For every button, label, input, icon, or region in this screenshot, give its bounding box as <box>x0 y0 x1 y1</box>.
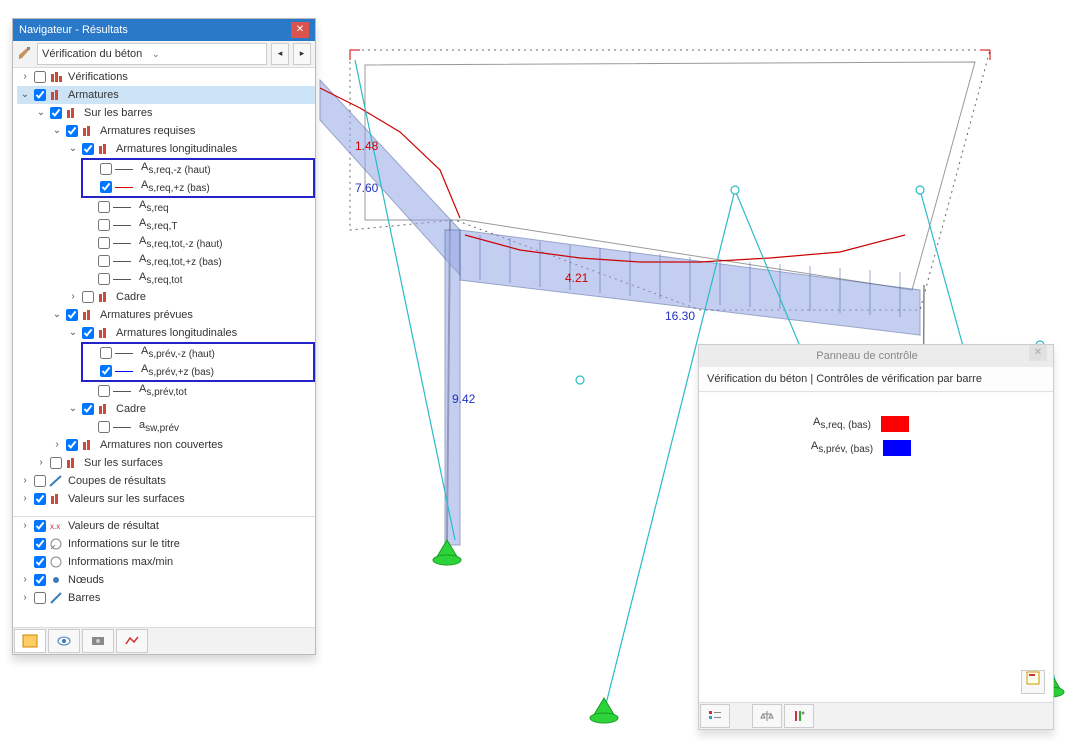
control-panel: Panneau de contrôle ✕ Vérification du bé… <box>698 344 1054 730</box>
tree-sur-les-surfaces[interactable]: ›Sur les surfaces <box>33 454 315 472</box>
navigator-tree-2[interactable]: ›x.xValeurs de résultat Informations sur… <box>13 516 315 627</box>
bars-icon <box>97 290 111 304</box>
legend-item-req[interactable]: As,req, (bas) <box>813 416 909 432</box>
value-9.42: 9.42 <box>452 392 476 406</box>
title-icon <box>49 537 63 551</box>
section-icon <box>49 474 63 488</box>
bars-icon <box>97 402 111 416</box>
tab-data[interactable] <box>14 629 46 653</box>
value-16.30: 16.30 <box>665 309 695 323</box>
chevron-down-icon: ⌄ <box>152 44 262 64</box>
bars-icon <box>81 124 95 138</box>
prev-button[interactable]: ◂ <box>271 43 289 65</box>
tree-verifications[interactable]: › Vérifications <box>17 68 315 86</box>
tree-armatures-requises[interactable]: ⌄ Armatures requises <box>49 122 315 140</box>
navigator-titlebar[interactable]: Navigateur - Résultats ✕ <box>13 19 315 41</box>
node-icon <box>49 573 63 587</box>
navigator-title: Navigateur - Résultats <box>19 19 291 41</box>
tree-a-req-t[interactable]: As,req,T <box>81 216 315 234</box>
control-panel-title: Panneau de contrôle <box>705 345 1029 367</box>
close-icon[interactable]: ✕ <box>291 22 309 38</box>
legend-item-prev[interactable]: As,prév, (bas) <box>811 440 911 456</box>
checkbox[interactable] <box>34 89 46 101</box>
tree-arm-longitudinales-prev[interactable]: ⌄ Armatures longitudinales <box>65 324 315 342</box>
close-icon[interactable]: ✕ <box>1029 345 1047 361</box>
tab-results[interactable] <box>116 629 148 653</box>
tree-arm-non-couvertes[interactable]: ›Armatures non couvertes <box>49 436 315 454</box>
value-7.60: 7.60 <box>355 181 379 195</box>
member-icon <box>49 591 63 605</box>
tree-barres[interactable]: ›Barres <box>17 589 315 607</box>
bars-icon <box>97 142 111 156</box>
bars-icon <box>49 492 63 506</box>
foot-balance-icon[interactable] <box>752 704 782 728</box>
brush-icon[interactable] <box>17 46 33 62</box>
bars-icon <box>81 308 95 322</box>
tree-a-req-tot-mz[interactable]: As,req,tot,-z (haut) <box>81 234 315 252</box>
value-4.21: 4.21 <box>565 271 589 285</box>
maxmin-icon <box>49 555 63 569</box>
dropdown-label: Vérification du béton <box>42 44 152 64</box>
tree-cadre-req[interactable]: ›Cadre <box>65 288 315 306</box>
svg-text:x.x: x.x <box>50 522 60 531</box>
tree-arm-longitudinales-req[interactable]: ⌄ Armatures longitudinales <box>65 140 315 158</box>
tree-armatures[interactable]: ⌄ Armatures <box>17 86 315 104</box>
tree-sur-les-barres[interactable]: ⌄ Sur les barres <box>33 104 315 122</box>
next-button[interactable]: ▸ <box>293 43 311 65</box>
tree-valeurs-surfaces[interactable]: ›Valeurs sur les surfaces <box>17 490 315 508</box>
tree-valeurs-resultat[interactable]: ›x.xValeurs de résultat <box>17 517 315 535</box>
tree-a-req-minus-z[interactable]: As,req,-z (haut) <box>83 160 313 178</box>
tab-views[interactable] <box>82 629 114 653</box>
checkbox[interactable] <box>34 71 46 83</box>
results-category-dropdown[interactable]: Vérification du béton ⌄ <box>37 43 267 65</box>
bars-icon <box>65 106 79 120</box>
expand-toggle[interactable]: › <box>19 71 31 83</box>
foot-list-icon[interactable] <box>700 704 730 728</box>
rebar-icon <box>49 88 63 102</box>
bars-icon <box>65 456 79 470</box>
navigator-toolbar: Vérification du béton ⌄ ◂ ▸ <box>13 41 315 68</box>
tree-a-prev-plus-z[interactable]: As,prév,+z (bas) <box>83 362 313 380</box>
value-1.48: 1.48 <box>355 139 379 153</box>
swatch-red <box>881 416 909 432</box>
swatch-blue <box>883 440 911 456</box>
tree-infos-maxmin[interactable]: Informations max/min <box>17 553 315 571</box>
tree-armatures-prevues[interactable]: ⌄ Armatures prévues <box>49 306 315 324</box>
tree-a-prev-minus-z[interactable]: As,prév,-z (haut) <box>83 344 313 362</box>
expand-toggle[interactable]: ⌄ <box>19 89 31 101</box>
tree-a-req-tot-pz[interactable]: As,req,tot,+z (bas) <box>81 252 315 270</box>
tree-a-req-tot[interactable]: As,req,tot <box>81 270 315 288</box>
tree-cadre-prev[interactable]: ⌄Cadre <box>65 400 315 418</box>
settings-button[interactable] <box>1021 670 1045 694</box>
bars-icon <box>81 438 95 452</box>
tree-a-req-plus-z[interactable]: As,req,+z (bas) <box>83 178 313 196</box>
xxx-icon: x.x <box>49 519 63 533</box>
legend: As,req, (bas) As,prév, (bas) <box>703 416 1019 456</box>
tree-a-prev-tot[interactable]: As,prév,tot <box>81 382 315 400</box>
tree-coupes-resultats[interactable]: ›Coupes de résultats <box>17 472 315 490</box>
navigator-bottom-tabs <box>13 627 315 654</box>
navigator-panel: Navigateur - Résultats ✕ Vérification du… <box>12 18 316 655</box>
bars-icon <box>49 70 63 84</box>
control-panel-subtitle: Vérification du béton | Contrôles de vér… <box>699 367 1053 392</box>
tree-asw-prev[interactable]: asw,prév <box>81 418 315 436</box>
tree-infos-titre[interactable]: Informations sur le titre <box>17 535 315 553</box>
bars-icon <box>97 326 111 340</box>
control-panel-footer <box>699 702 1053 729</box>
tree-a-req[interactable]: As,req <box>81 198 315 216</box>
tree-noeuds[interactable]: ›Nœuds <box>17 571 315 589</box>
control-panel-body: As,req, (bas) As,prév, (bas) <box>703 396 1049 698</box>
tab-display[interactable] <box>48 629 80 653</box>
control-panel-titlebar[interactable]: Panneau de contrôle ✕ <box>699 345 1053 367</box>
navigator-tree[interactable]: › Vérifications ⌄ Armatures ⌄ <box>13 68 315 516</box>
foot-filter-icon[interactable] <box>784 704 814 728</box>
